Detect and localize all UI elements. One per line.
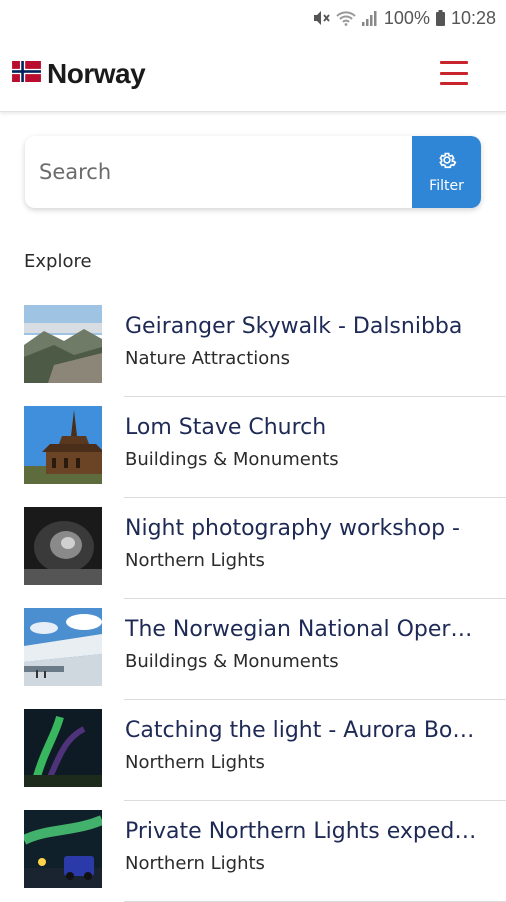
app-title: Norway [47, 57, 146, 89]
item-category: Buildings & Monuments [125, 449, 339, 470]
wifi-icon [336, 10, 356, 26]
filter-button[interactable]: Filter [412, 136, 481, 208]
list-item[interactable]: Private Northern Lights exped… Northern … [0, 801, 506, 902]
search-input[interactable] [25, 136, 412, 208]
thumbnail-image [24, 305, 102, 383]
mute-icon [312, 10, 330, 26]
item-category: Buildings & Monuments [125, 651, 339, 672]
item-title: The Norwegian National Oper… [125, 617, 473, 642]
brand[interactable]: Norway [12, 57, 146, 90]
item-title: Private Northern Lights exped… [125, 819, 477, 844]
hamburger-menu-icon[interactable] [440, 61, 468, 85]
thumbnail-image [24, 406, 102, 484]
app-header: Norway [0, 36, 506, 112]
item-category: Northern Lights [125, 853, 265, 874]
norway-flag-icon [12, 61, 41, 86]
item-title: Night photography workshop - [125, 516, 460, 541]
battery-percent: 100% [383, 7, 430, 28]
explore-list: Geiranger Skywalk - Dalsnibba Nature Att… [0, 296, 506, 902]
item-title: Lom Stave Church [125, 415, 327, 440]
list-item[interactable]: Lom Stave Church Buildings & Monuments [0, 397, 506, 498]
battery-icon [435, 10, 445, 26]
signal-icon [361, 10, 378, 26]
list-item[interactable]: Night photography workshop - Northern Li… [0, 498, 506, 599]
list-item[interactable]: The Norwegian National Oper… Buildings &… [0, 599, 506, 700]
item-title: Geiranger Skywalk - Dalsnibba [125, 314, 463, 339]
item-category: Nature Attractions [125, 348, 291, 369]
list-item[interactable]: Geiranger Skywalk - Dalsnibba Nature Att… [0, 296, 506, 397]
status-bar: 100% 10:28 [0, 0, 506, 36]
item-category: Northern Lights [125, 752, 265, 773]
thumbnail-image [24, 810, 102, 888]
explore-heading: Explore [24, 251, 92, 272]
filter-label: Filter [429, 178, 464, 194]
thumbnail-image [24, 608, 102, 686]
gear-icon [437, 150, 457, 174]
clock: 10:28 [450, 7, 496, 28]
thumbnail-image [24, 507, 102, 585]
item-title: Catching the light - Aurora Bo… [125, 718, 475, 743]
thumbnail-image [24, 709, 102, 787]
item-category: Northern Lights [125, 550, 265, 571]
list-item[interactable]: Catching the light - Aurora Bo… Northern… [0, 700, 506, 801]
search-bar: Filter [25, 136, 481, 208]
